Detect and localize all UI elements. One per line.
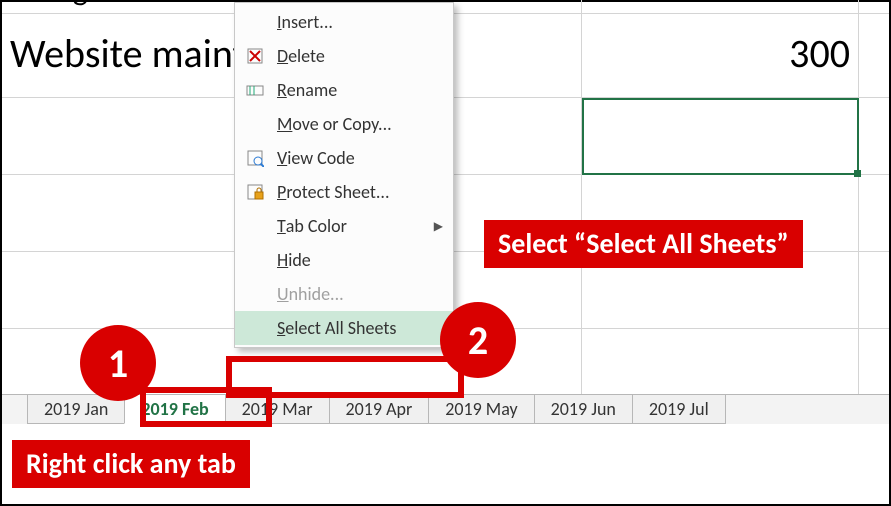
ctx-item-rename[interactable]: Rename bbox=[235, 73, 453, 107]
sheet-tab-6[interactable]: 2019 Jul bbox=[632, 395, 726, 424]
annotation-label-bottom: Right click any tab bbox=[12, 440, 250, 488]
ctx-item-delete[interactable]: Delete bbox=[235, 39, 453, 73]
spreadsheet-area: Instagram Marketing 25 Website maintenan… bbox=[2, 2, 889, 504]
fill-handle[interactable] bbox=[854, 170, 861, 177]
ctx-item-select-all-sheets[interactable]: Select All Sheets bbox=[235, 311, 453, 345]
viewcode-icon bbox=[244, 147, 266, 169]
sheet-tab-4[interactable]: 2019 May bbox=[428, 395, 534, 424]
sheet-tab-3[interactable]: 2019 Apr bbox=[329, 395, 430, 424]
ctx-item-tab-color[interactable]: Tab Color▶ bbox=[235, 209, 453, 243]
ctx-item-unhide: Unhide... bbox=[235, 277, 453, 311]
ctx-item-hide[interactable]: Hide bbox=[235, 243, 453, 277]
active-cell-outline bbox=[582, 98, 859, 175]
sheet-tab-context-menu: Insert...DeleteRenameMove or Copy...View… bbox=[234, 2, 454, 348]
sheet-tab-bar: 2019 Jan2019 Feb2019 Mar2019 Apr2019 May… bbox=[2, 394, 889, 424]
ctx-item-insert[interactable]: Insert... bbox=[235, 5, 453, 39]
annotation-circle-one: 1 bbox=[80, 325, 156, 401]
submenu-arrow-icon: ▶ bbox=[434, 219, 443, 234]
rename-icon bbox=[244, 79, 266, 101]
protect-icon bbox=[244, 181, 266, 203]
cell-b2[interactable]: 300 bbox=[582, 14, 859, 97]
ctx-item-move-or-copy[interactable]: Move or Copy... bbox=[235, 107, 453, 141]
ctx-item-protect-sheet[interactable]: Protect Sheet... bbox=[235, 175, 453, 209]
annotation-label-top: Select “Select All Sheets” bbox=[484, 220, 803, 268]
sheet-tab-5[interactable]: 2019 Jun bbox=[534, 395, 633, 424]
delete-icon bbox=[244, 45, 266, 67]
cell-b1[interactable]: 25 bbox=[582, 0, 859, 13]
annotation-circle-two: 2 bbox=[440, 302, 516, 378]
annotation-box-menuitem bbox=[226, 356, 464, 398]
ctx-item-view-code[interactable]: View Code bbox=[235, 141, 453, 175]
